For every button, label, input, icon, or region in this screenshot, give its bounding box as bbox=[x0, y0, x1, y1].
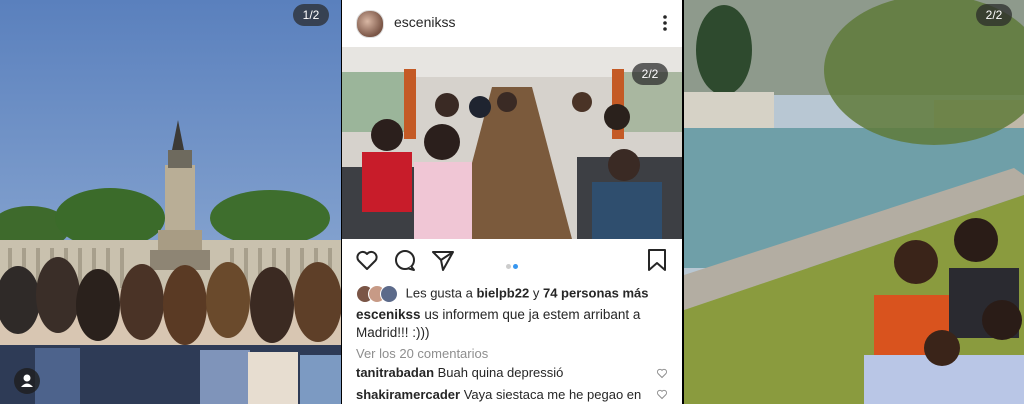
likes-prefix: Les gusta a bbox=[405, 285, 473, 301]
likes-connector: y bbox=[532, 285, 540, 301]
monument-photo bbox=[0, 0, 341, 404]
comment-text: Buah quina depressió bbox=[437, 365, 564, 380]
carousel-dots bbox=[505, 256, 519, 274]
comment-username[interactable]: tanitrabadan bbox=[356, 365, 434, 380]
right-photo-panel[interactable]: 2/2 bbox=[684, 0, 1024, 404]
tagged-users-button[interactable] bbox=[14, 368, 40, 394]
bus-interior-photo bbox=[342, 47, 682, 239]
post-header: escenikss bbox=[342, 0, 682, 46]
photo-counter: 2/2 bbox=[976, 4, 1012, 26]
comment-icon[interactable] bbox=[392, 247, 418, 273]
instagram-post: escenikss 2/2 Les gusta a bielpb22 y 74 … bbox=[342, 0, 682, 404]
liker-username[interactable]: bielpb22 bbox=[476, 285, 529, 300]
left-photo-panel[interactable]: 1/2 bbox=[0, 0, 341, 404]
likes-count[interactable]: 74 personas más bbox=[543, 285, 649, 300]
more-options-icon[interactable] bbox=[662, 14, 668, 32]
likes-line: Les gusta a bielpb22 y 74 personas más bbox=[356, 285, 676, 303]
comment-text: Vaya siestaca me he pegao en bbox=[463, 387, 642, 402]
post-username[interactable]: escenikss bbox=[394, 14, 455, 30]
post-photo[interactable]: 2/2 bbox=[342, 47, 682, 239]
view-comments-link[interactable]: Ver los 20 comentarios bbox=[356, 346, 488, 361]
comment-row: tanitrabadan Buah quina depressió bbox=[356, 365, 656, 380]
photo-counter: 2/2 bbox=[632, 63, 668, 85]
share-icon[interactable] bbox=[430, 247, 456, 273]
comment-username[interactable]: shakiramercader bbox=[356, 387, 460, 402]
bookmark-icon[interactable] bbox=[644, 247, 670, 273]
comment-row: shakiramercader Vaya siestaca me he pega… bbox=[356, 387, 656, 402]
comment-like-heart-icon[interactable] bbox=[656, 367, 668, 379]
lake-photo bbox=[684, 0, 1024, 404]
post-caption: escenikss us informem que ja estem arrib… bbox=[356, 306, 674, 342]
liker-avatars bbox=[356, 285, 402, 303]
carousel-dot-active bbox=[513, 264, 518, 269]
person-icon bbox=[21, 374, 33, 387]
comment-like-heart-icon[interactable] bbox=[656, 388, 668, 400]
carousel-dot bbox=[506, 264, 511, 269]
heart-icon[interactable] bbox=[354, 247, 380, 273]
photo-counter: 1/2 bbox=[293, 4, 329, 26]
caption-username[interactable]: escenikss bbox=[356, 307, 421, 322]
avatar[interactable] bbox=[356, 10, 384, 38]
